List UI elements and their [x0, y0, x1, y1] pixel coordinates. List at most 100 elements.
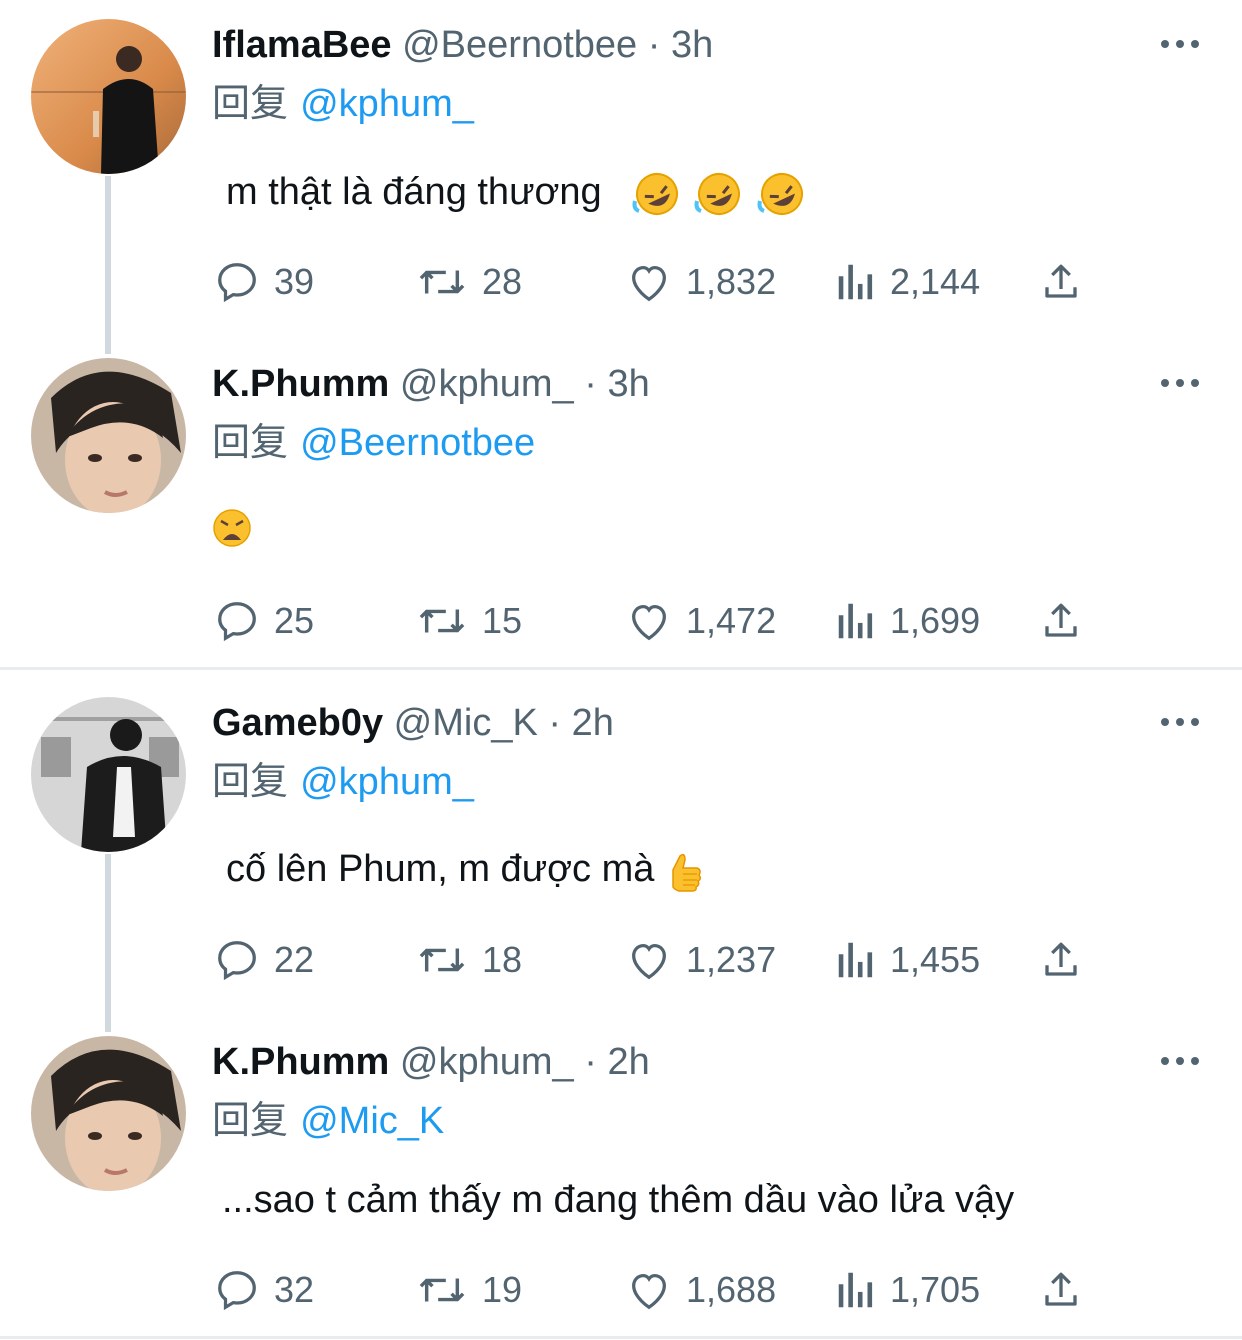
- display-name[interactable]: IflamaBee: [212, 24, 392, 66]
- views-icon: [838, 264, 873, 300]
- reply-icon: [218, 263, 256, 303]
- reply-prefix: 回复: [212, 81, 289, 125]
- thread-divider: [0, 667, 1242, 670]
- reply-button[interactable]: 25: [214, 596, 314, 646]
- retweet-button[interactable]: 18: [416, 935, 522, 985]
- tweet-text-content: m thật là đáng thương: [226, 171, 602, 213]
- reply-count: 25: [274, 600, 315, 641]
- views-count: 1,705: [890, 1269, 981, 1310]
- avatar[interactable]: [31, 19, 186, 174]
- like-count: 1,472: [686, 600, 777, 641]
- tweet-text-content: cố lên Phum, m được mà: [226, 848, 655, 890]
- reply-mention[interactable]: @Beernotbee: [300, 422, 535, 464]
- user-handle[interactable]: @Mic_K: [394, 702, 538, 744]
- share-icon: [1045, 603, 1077, 637]
- retweet-icon: [419, 270, 465, 294]
- share-icon: [1045, 264, 1077, 298]
- retweet-button[interactable]: 19: [416, 1265, 522, 1315]
- more-options-icon[interactable]: [1160, 375, 1200, 391]
- retweet-button[interactable]: 28: [416, 257, 522, 307]
- reply-icon: [218, 602, 256, 642]
- timestamp[interactable]: 3h: [671, 24, 713, 66]
- like-button[interactable]: 1,688: [626, 1265, 776, 1315]
- tweet-header: IflamaBee @Beernotbee · 3h: [212, 22, 713, 68]
- thumbs-up-icon: [672, 853, 701, 892]
- like-count: 1,688: [686, 1269, 777, 1310]
- timestamp[interactable]: 3h: [607, 363, 649, 405]
- reply-icon: [218, 941, 256, 981]
- tweet-text: cố lên Phum, m được mà: [226, 846, 705, 894]
- weary-face-icon: [213, 509, 251, 547]
- avatar[interactable]: [31, 697, 186, 852]
- retweet-icon: [419, 948, 465, 972]
- views-button[interactable]: 1,705: [836, 1265, 980, 1315]
- reply-prefix: 回复: [212, 1098, 289, 1142]
- reply-prefix: 回复: [212, 420, 289, 464]
- tweet-actions: 22 18 1,237 1,455: [0, 935, 1242, 985]
- display-name[interactable]: K.Phumm: [212, 1041, 389, 1083]
- tweet-actions: 25 15 1,472 1,699: [0, 596, 1242, 646]
- views-count: 1,455: [890, 939, 981, 980]
- retweet-icon: [419, 1278, 465, 1302]
- heart-icon: [632, 604, 666, 641]
- display-name[interactable]: K.Phumm: [212, 363, 389, 405]
- reply-icon: [218, 1271, 256, 1311]
- reply-button[interactable]: 32: [214, 1265, 314, 1315]
- like-button[interactable]: 1,832: [626, 257, 776, 307]
- user-handle[interactable]: @kphum_: [400, 363, 574, 405]
- reply-count: 32: [274, 1269, 315, 1310]
- more-options-icon[interactable]: [1160, 714, 1200, 730]
- reply-mention[interactable]: @kphum_: [300, 83, 474, 125]
- separator-dot: ·: [584, 1041, 597, 1083]
- tweet-actions: 32 19 1,688 1,705: [0, 1265, 1242, 1315]
- rolling-on-floor-laughing-icon: [694, 172, 741, 215]
- reply-count: 22: [274, 939, 315, 980]
- share-button[interactable]: [1040, 1265, 1096, 1315]
- reply-mention[interactable]: @Mic_K: [300, 1100, 444, 1142]
- share-button[interactable]: [1040, 257, 1096, 307]
- avatar[interactable]: [31, 358, 186, 513]
- views-count: 1,699: [890, 600, 981, 641]
- user-handle[interactable]: @kphum_: [400, 1041, 574, 1083]
- display-name[interactable]: Gameb0y: [212, 702, 383, 744]
- more-options-icon[interactable]: [1160, 36, 1200, 52]
- views-button[interactable]: 2,144: [836, 257, 980, 307]
- retweet-count: 15: [482, 600, 523, 641]
- reply-button[interactable]: 22: [214, 935, 314, 985]
- views-button[interactable]: 1,699: [836, 596, 980, 646]
- replying-to: 回复 @kphum_: [212, 80, 474, 127]
- like-count: 1,237: [686, 939, 777, 980]
- heart-icon: [632, 1273, 666, 1310]
- share-button[interactable]: [1040, 596, 1096, 646]
- views-button[interactable]: 1,455: [836, 935, 980, 985]
- avatar[interactable]: [31, 1036, 186, 1191]
- reply-count: 39: [274, 261, 315, 302]
- retweet-count: 28: [482, 261, 523, 302]
- heart-icon: [632, 943, 666, 980]
- tweet-text: [212, 503, 252, 549]
- tweet-header: K.Phumm @kphum_ · 3h: [212, 361, 650, 407]
- tweet-text: m thật là đáng thương: [226, 169, 808, 217]
- user-handle[interactable]: @Beernotbee: [402, 24, 637, 66]
- more-options-icon[interactable]: [1160, 1053, 1200, 1069]
- tweet-header: Gameb0y @Mic_K · 2h: [212, 700, 614, 746]
- replying-to: 回复 @kphum_: [212, 758, 474, 805]
- timestamp[interactable]: 2h: [607, 1041, 649, 1083]
- like-button[interactable]: 1,472: [626, 596, 776, 646]
- reply-mention[interactable]: @kphum_: [300, 761, 474, 803]
- retweet-count: 19: [482, 1269, 523, 1310]
- share-icon: [1045, 942, 1077, 976]
- share-button[interactable]: [1040, 935, 1096, 985]
- views-icon: [838, 603, 873, 639]
- timestamp[interactable]: 2h: [572, 702, 614, 744]
- tweet-actions: 39 28 1,832 2,144: [0, 257, 1242, 307]
- retweet-button[interactable]: 15: [416, 596, 522, 646]
- share-icon: [1045, 1272, 1077, 1306]
- like-count: 1,832: [686, 261, 777, 302]
- separator-dot: ·: [584, 363, 597, 405]
- reply-button[interactable]: 39: [214, 257, 314, 307]
- retweet-icon: [419, 609, 465, 633]
- reply-prefix: 回复: [212, 759, 289, 803]
- heart-icon: [632, 265, 666, 302]
- like-button[interactable]: 1,237: [626, 935, 776, 985]
